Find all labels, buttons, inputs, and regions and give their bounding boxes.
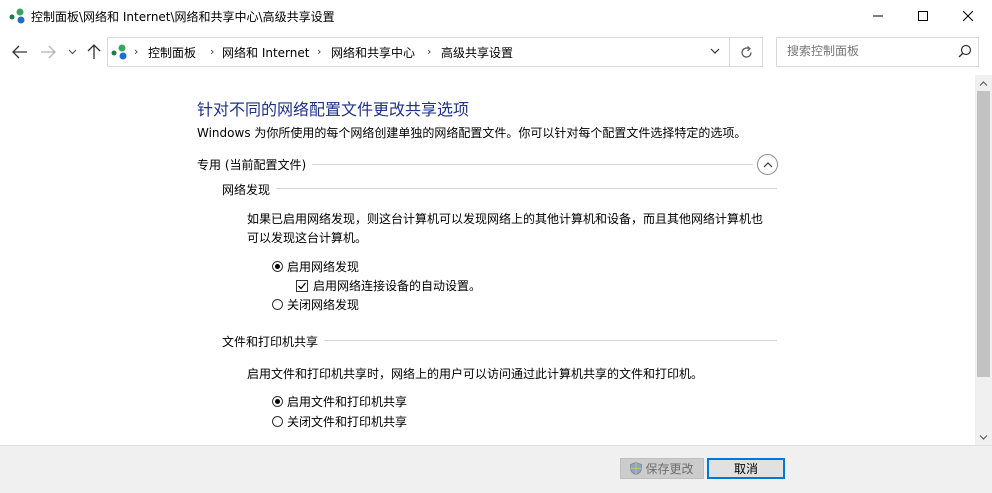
refresh-button[interactable] xyxy=(729,37,763,67)
radio-disable-network-discovery[interactable]: 关闭网络发现 xyxy=(272,296,359,313)
back-button[interactable] xyxy=(10,42,30,62)
checkbox-checked[interactable] xyxy=(296,279,308,292)
address-bar[interactable]: › 控制面板 › 网络和 Internet › 网络和共享中心 › 高级共享设置 xyxy=(107,37,730,67)
control-panel-icon xyxy=(111,44,127,60)
search-icon[interactable] xyxy=(958,44,972,58)
checkmark-icon xyxy=(298,282,307,289)
radio-button-selected[interactable] xyxy=(272,396,283,407)
navigation-bar: › 控制面板 › 网络和 Internet › 网络和共享中心 › 高级共享设置 xyxy=(0,31,992,75)
maximize-icon xyxy=(918,10,928,21)
up-button[interactable] xyxy=(84,42,104,62)
radio-button[interactable] xyxy=(272,416,283,427)
address-dropdown-button[interactable] xyxy=(703,37,727,65)
scroll-up-button[interactable] xyxy=(975,75,992,91)
profile-header: 专用 (当前配置文件) xyxy=(197,156,313,173)
breadcrumb-control-panel[interactable]: 控制面板 xyxy=(148,44,196,61)
radio-button[interactable] xyxy=(272,299,283,310)
breadcrumb-separator-icon: › xyxy=(317,45,322,58)
file-printer-title: 文件和打印机共享 xyxy=(222,333,325,350)
page-description: Windows 为你所使用的每个网络创建单独的网络配置文件。你可以针对每个配置文… xyxy=(197,126,747,140)
chevron-down-icon xyxy=(710,48,720,54)
radio-label: 关闭文件和打印机共享 xyxy=(287,415,408,429)
network-sharing-app-icon xyxy=(9,8,25,24)
radio-label: 关闭网络发现 xyxy=(287,298,360,312)
radio-button-selected[interactable] xyxy=(272,261,283,272)
radio-enable-file-printer-sharing[interactable]: 启用文件和打印机共享 xyxy=(272,393,407,410)
cancel-button[interactable]: 取消 xyxy=(707,458,785,479)
radio-label: 启用网络发现 xyxy=(287,260,360,274)
network-discovery-title: 网络发现 xyxy=(222,181,277,198)
main-content: 针对不同的网络配置文件更改共享选项 Windows 为你所使用的每个网络创建单独… xyxy=(0,75,975,445)
maximize-button[interactable] xyxy=(900,0,946,31)
chevron-down-icon xyxy=(68,49,76,55)
window-title: 控制面板\网络和 Internet\网络和共享中心\高级共享设置 xyxy=(31,10,335,24)
network-discovery-desc-line1: 如果已启用网络发现，则这台计算机可以发现网络上的其他计算机和设备，而且其他网络计… xyxy=(247,212,764,226)
forward-arrow-icon xyxy=(41,45,56,59)
vertical-scrollbar[interactable] xyxy=(975,75,992,445)
breadcrumb-separator-icon: › xyxy=(210,45,215,58)
close-button[interactable] xyxy=(945,0,991,31)
minimize-icon xyxy=(873,15,883,16)
network-discovery-desc-line2: 可以发现这台计算机。 xyxy=(247,231,368,245)
breadcrumb-network-sharing-center[interactable]: 网络和共享中心 xyxy=(331,44,415,61)
scrollbar-thumb[interactable] xyxy=(977,91,990,377)
chevron-up-icon xyxy=(763,161,772,167)
search-box[interactable] xyxy=(776,37,979,67)
minimize-button[interactable] xyxy=(855,0,901,31)
radio-label: 启用文件和打印机共享 xyxy=(287,395,408,409)
recent-locations-button[interactable] xyxy=(65,42,79,62)
up-arrow-icon xyxy=(87,44,101,59)
network-discovery-divider xyxy=(222,188,777,189)
breadcrumb-separator-icon: › xyxy=(427,45,432,58)
scroll-down-button[interactable] xyxy=(975,429,992,445)
breadcrumb-advanced-sharing[interactable]: 高级共享设置 xyxy=(441,44,513,61)
radio-disable-file-printer-sharing[interactable]: 关闭文件和打印机共享 xyxy=(272,413,407,430)
scroll-down-arrow-icon xyxy=(979,434,988,440)
footer-bar: 保存更改 取消 xyxy=(0,445,992,493)
save-changes-button[interactable]: 保存更改 xyxy=(620,458,704,479)
radio-enable-network-discovery[interactable]: 启用网络发现 xyxy=(272,258,359,275)
close-icon xyxy=(963,10,973,21)
title-bar: 控制面板\网络和 Internet\网络和共享中心\高级共享设置 xyxy=(0,0,992,31)
profile-collapse-button[interactable] xyxy=(757,154,778,175)
breadcrumb-separator-icon: › xyxy=(134,45,139,58)
forward-button[interactable] xyxy=(38,42,58,62)
save-button-label: 保存更改 xyxy=(645,462,694,476)
breadcrumb-network-internet[interactable]: 网络和 Internet xyxy=(222,44,309,61)
search-input[interactable] xyxy=(785,43,949,59)
file-printer-desc: 启用文件和打印机共享时，网络上的用户可以访问通过此计算机共享的文件和打印机。 xyxy=(247,367,704,381)
page-title: 针对不同的网络配置文件更改共享选项 xyxy=(197,100,470,119)
back-arrow-icon xyxy=(12,45,27,59)
checkbox-auto-setup[interactable]: 启用网络连接设备的自动设置。 xyxy=(296,277,481,294)
checkbox-label: 启用网络连接设备的自动设置。 xyxy=(313,279,482,293)
cancel-button-label: 取消 xyxy=(733,462,758,476)
scroll-up-arrow-icon xyxy=(979,80,988,86)
refresh-icon xyxy=(740,45,752,58)
uac-shield-icon xyxy=(630,462,643,475)
